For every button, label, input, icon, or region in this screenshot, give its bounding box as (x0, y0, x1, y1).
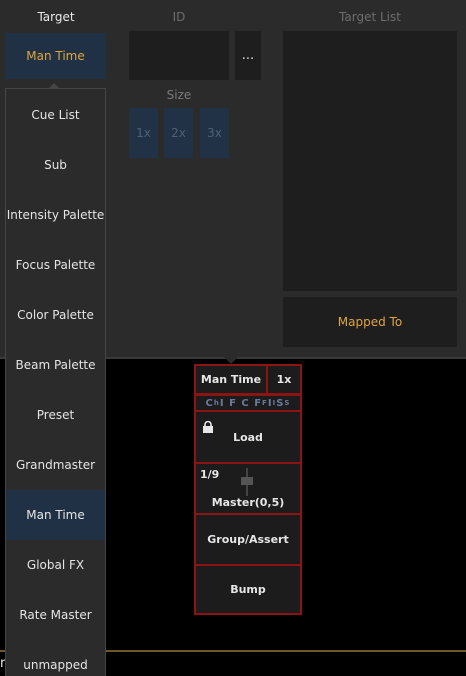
fader-handle[interactable] (241, 477, 253, 485)
target-list-header: Target List (339, 10, 401, 24)
dropdown-item-unmapped[interactable]: unmapped (6, 640, 105, 676)
master-label: Master(0,5) (211, 496, 285, 509)
fader-preview: Man Time 1x Ch I F C FF II SS Load 1/9 M… (194, 364, 302, 615)
dropdown-item-sub[interactable]: Sub (6, 140, 105, 190)
bump-button[interactable]: Bump (194, 564, 302, 615)
dropdown-item-intensity-palette[interactable]: Intensity Palette (6, 190, 105, 240)
lock-icon (203, 421, 213, 433)
target-type-dropdown: Cue List Sub Intensity Palette Focus Pal… (5, 88, 106, 676)
dropdown-item-man-time[interactable]: Man Time (6, 490, 105, 540)
size-3x-button[interactable]: 3x (200, 108, 229, 158)
id-field[interactable] (129, 31, 229, 80)
size-1x-button[interactable]: 1x (129, 108, 158, 158)
dropdown-item-focus-palette[interactable]: Focus Palette (6, 240, 105, 290)
fader-name-cell[interactable]: Man Time (194, 364, 268, 395)
dropdown-item-rate-master[interactable]: Rate Master (6, 590, 105, 640)
mapped-to-button[interactable]: Mapped To (283, 297, 457, 347)
id-header: ID (172, 10, 186, 24)
dropdown-item-color-palette[interactable]: Color Palette (6, 290, 105, 340)
dropdown-item-global-fx[interactable]: Global FX (6, 540, 105, 590)
dropdown-item-grandmaster[interactable]: Grandmaster (6, 440, 105, 490)
dropdown-item-preset[interactable]: Preset (6, 390, 105, 440)
fader-size-cell[interactable]: 1x (266, 364, 302, 395)
fader-master-cell[interactable]: 1/9 Master(0,5) (194, 462, 302, 515)
load-label: Load (233, 430, 263, 444)
id-browse-button[interactable]: ... (235, 31, 261, 80)
dropdown-item-cue-list[interactable]: Cue List (6, 90, 105, 140)
size-2x-button[interactable]: 2x (164, 108, 193, 158)
fader-index: 1/9 (200, 468, 220, 481)
size-label: Size (166, 88, 192, 102)
group-assert-button[interactable]: Group/Assert (194, 513, 302, 566)
dropdown-item-beam-palette[interactable]: Beam Palette (6, 340, 105, 390)
target-header: Target (37, 10, 75, 24)
fader-load-button[interactable]: Load (194, 410, 302, 464)
panel-pointer-icon (224, 357, 238, 364)
target-type-button[interactable]: Man Time (5, 33, 106, 79)
target-list-box[interactable] (283, 31, 457, 291)
